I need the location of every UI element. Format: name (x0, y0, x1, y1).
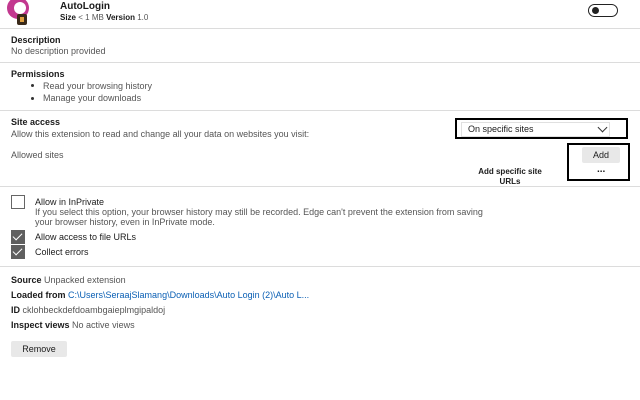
divider (0, 28, 640, 29)
version-value: 1.0 (137, 13, 149, 22)
permissions-title: Permissions (11, 69, 65, 79)
id-label: ID (11, 305, 20, 315)
collect-errors-label: Collect errors (35, 247, 89, 257)
divider (0, 62, 640, 63)
extension-logo-icon (5, 0, 35, 26)
toggle-knob (592, 7, 599, 14)
site-access-title: Site access (11, 117, 61, 127)
allow-file-urls-checkbox[interactable] (11, 230, 25, 244)
loaded-from-link[interactable]: C:\Users\SeraajSlamang\Downloads\Auto Lo… (68, 290, 309, 300)
description-title: Description (11, 35, 61, 45)
permission-item: Read your browsing history (43, 81, 153, 91)
inspect-views-label: Inspect views (11, 320, 70, 330)
bullet-icon (31, 84, 34, 87)
add-specific-line1: Add specific site (478, 167, 542, 176)
version-label: Version (106, 13, 135, 22)
description-text: No description provided (11, 46, 106, 56)
source-label: Source (11, 275, 42, 285)
inprivate-description-line1: If you select this option, your browser … (35, 207, 483, 217)
divider (0, 110, 640, 111)
id-value: cklohbeckdefdoambgaieplmgipaldoj (22, 305, 166, 315)
allowed-sites-label: Allowed sites (11, 150, 64, 160)
size-value: < 1 MB (78, 13, 104, 22)
loaded-from-row: Loaded from C:\Users\SeraajSlamang\Downl… (11, 290, 309, 300)
divider (0, 186, 640, 187)
size-label: Size (60, 13, 77, 22)
divider (0, 266, 640, 267)
remove-button[interactable]: Remove (11, 341, 67, 357)
site-access-dropdown[interactable]: On specific sites (455, 118, 628, 139)
bullet-icon (31, 97, 34, 100)
loaded-from-label: Loaded from (11, 290, 66, 300)
allow-file-urls-label: Allow access to file URLs (35, 232, 137, 242)
source-row: Source Unpacked extension (11, 275, 126, 285)
id-row: ID cklohbeckdefdoambgaieplmgipaldoj (11, 305, 165, 315)
inspect-views-row: Inspect views No active views (11, 320, 135, 330)
extension-name: AutoLogin (60, 1, 110, 12)
collect-errors-checkbox[interactable] (11, 245, 25, 259)
add-site-button[interactable]: Add (582, 147, 620, 163)
site-access-text: Allow this extension to read and change … (11, 129, 310, 139)
source-value: Unpacked extension (44, 275, 126, 285)
allow-inprivate-label: Allow in InPrivate (35, 197, 105, 207)
inprivate-description-line2: your browser history, even in InPrivate … (35, 217, 215, 227)
permission-item: Manage your downloads (43, 93, 142, 103)
extension-enable-toggle[interactable] (588, 4, 618, 17)
dropdown-selected-value: On specific sites (468, 124, 534, 134)
more-options-icon[interactable]: ... (597, 164, 605, 175)
inspect-views-value: No active views (72, 320, 135, 330)
size-version-line: Size < 1 MB Version 1.0 (60, 13, 148, 22)
allow-inprivate-checkbox[interactable] (11, 195, 25, 209)
add-specific-site-urls-label: Add specific site URLs (460, 167, 560, 187)
